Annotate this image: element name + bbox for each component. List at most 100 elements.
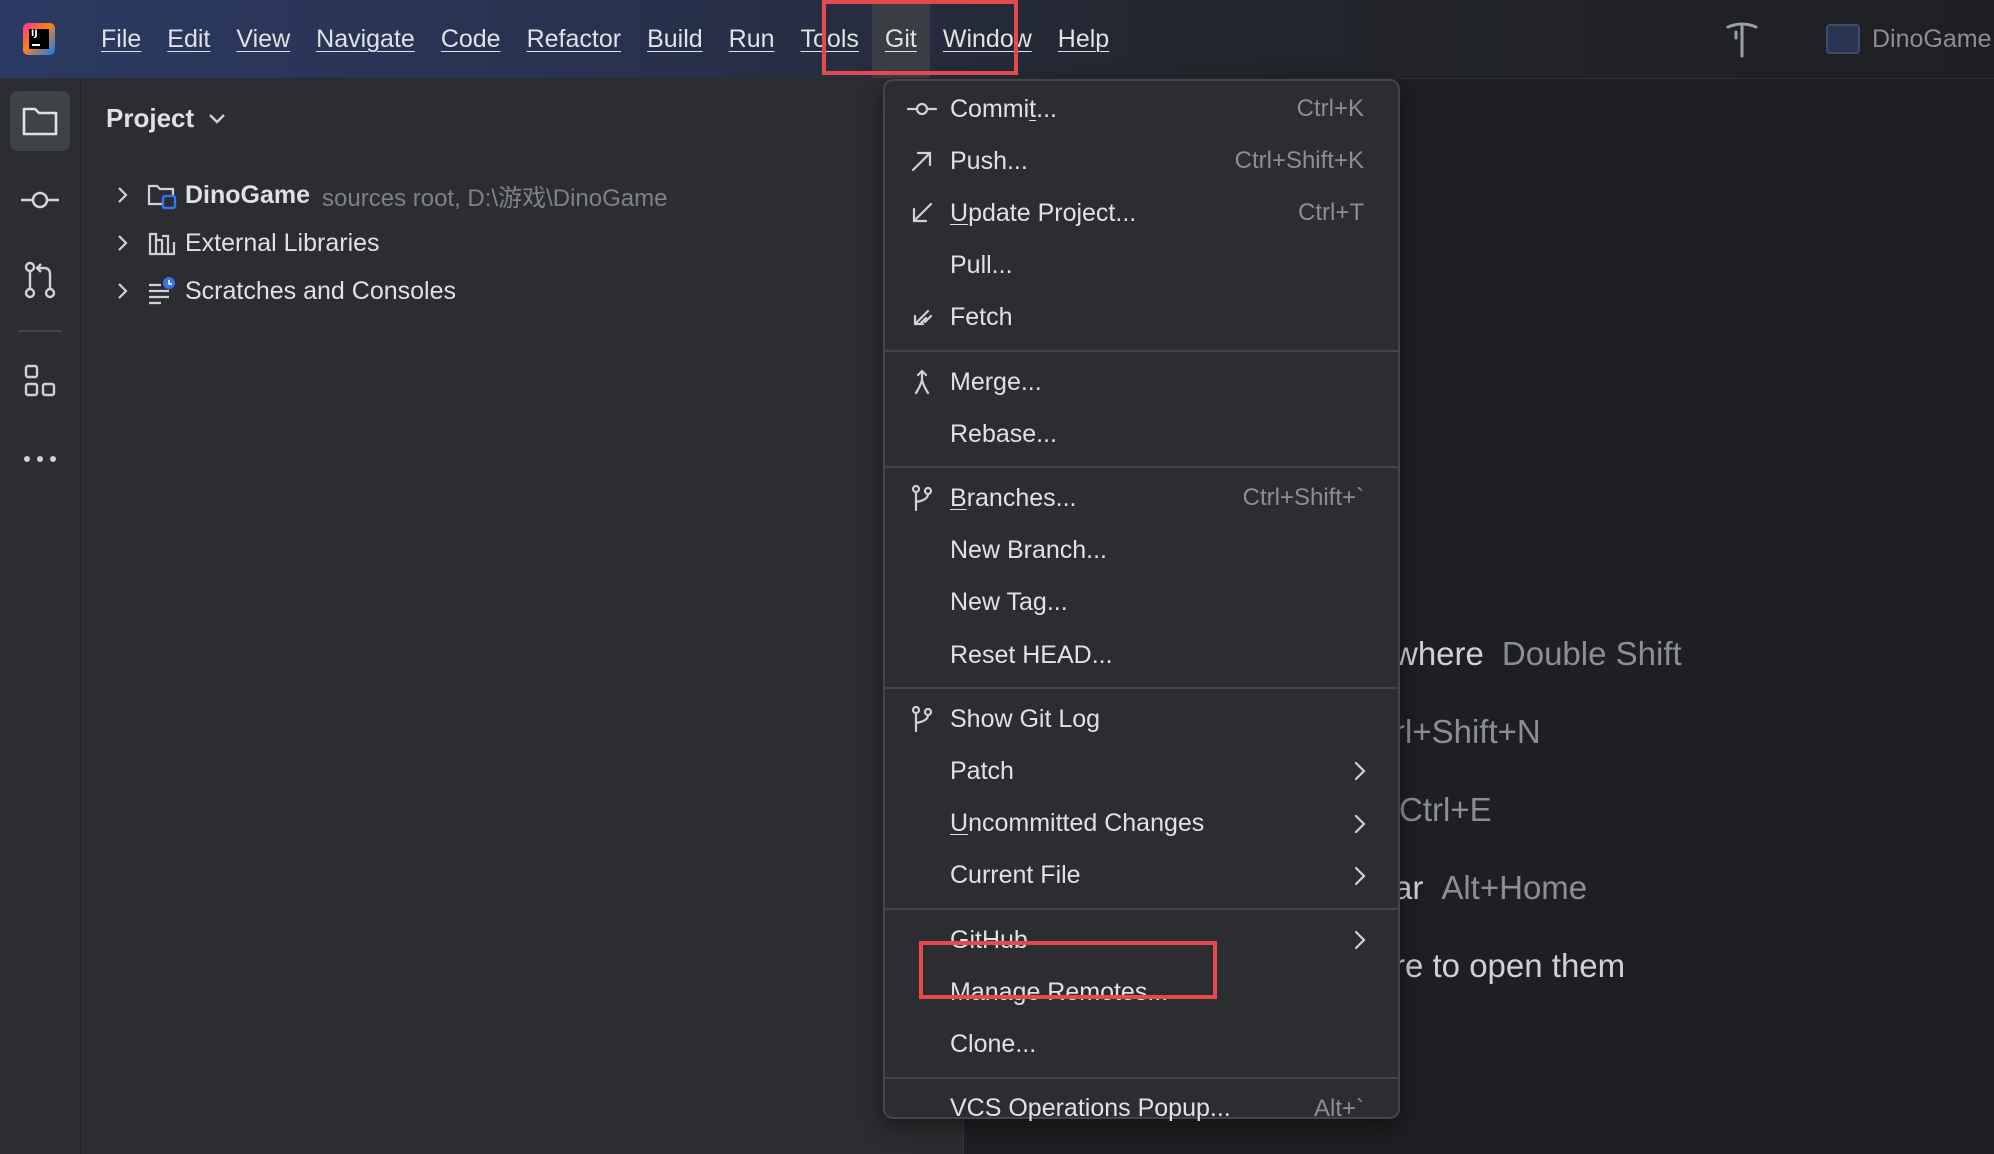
git-menu-item-branches[interactable]: Branches... Ctrl+Shift+` bbox=[885, 472, 1398, 524]
git-menu-item-label: Current File bbox=[950, 861, 1081, 890]
git-menu-item-push[interactable]: Push... Ctrl+Shift+K bbox=[885, 135, 1398, 187]
chevron-right-icon bbox=[1350, 928, 1370, 952]
push-icon bbox=[907, 146, 937, 176]
git-menu-item-clone[interactable]: Clone... bbox=[885, 1018, 1398, 1070]
structure-tool-icon[interactable] bbox=[10, 351, 70, 411]
more-tools-icon[interactable] bbox=[10, 429, 70, 489]
menu-refactor[interactable]: Refactor bbox=[514, 0, 634, 78]
git-menu-item-pull[interactable]: Pull... bbox=[885, 240, 1398, 292]
update-project-icon bbox=[907, 198, 937, 228]
git-log-icon bbox=[907, 704, 937, 734]
git-menu-item-current-file[interactable]: Current File bbox=[885, 850, 1398, 902]
menu-file[interactable]: File bbox=[88, 0, 154, 78]
menu-run[interactable]: Run bbox=[716, 0, 788, 78]
menu-separator bbox=[885, 1076, 1398, 1079]
git-menu-item-reset-head[interactable]: Reset HEAD... bbox=[885, 629, 1398, 681]
fetch-icon bbox=[907, 303, 937, 333]
menu-tools[interactable]: Tools bbox=[788, 0, 872, 78]
git-menu-item-merge[interactable]: Merge... bbox=[885, 356, 1398, 408]
title-bar: IJ File Edit View Navigate Code Refactor Build… bbox=[0, 0, 1994, 79]
hint-recent-files: Ctrl+E bbox=[1399, 791, 1492, 828]
git-menu-item-new-tag[interactable]: New Tag... bbox=[885, 577, 1398, 629]
project-tool-window: Project DinoGame sources root, D:\游戏\Din… bbox=[81, 79, 963, 1154]
library-icon bbox=[147, 228, 177, 258]
hint-search-everywhere: where Double Shift bbox=[1394, 635, 1682, 672]
menu-separator bbox=[885, 908, 1398, 910]
chevron-right-icon[interactable] bbox=[111, 280, 133, 302]
git-menu-item-commit[interactable]: Commit... Ctrl+K bbox=[885, 83, 1398, 135]
project-widget[interactable]: DinoGame bbox=[1826, 20, 1992, 58]
main-menu-bar: File Edit View Navigate Code Refactor Build Run… bbox=[88, 0, 1122, 78]
tree-item-external-libraries[interactable]: External Libraries bbox=[111, 223, 380, 263]
git-menu-item-label: GitHub bbox=[950, 925, 1028, 954]
intellij-logo-icon[interactable]: IJ bbox=[23, 23, 55, 55]
git-menu-item-vcs-operations-popup[interactable]: VCS Operations Popup... Alt+` bbox=[885, 1083, 1398, 1135]
tee-tool-icon[interactable] bbox=[1722, 18, 1762, 60]
menu-help[interactable]: Help bbox=[1045, 0, 1122, 78]
git-menu-item-update-project[interactable]: Update Project... Ctrl+T bbox=[885, 187, 1398, 239]
menu-view[interactable]: View bbox=[223, 0, 303, 78]
menu-separator bbox=[885, 466, 1398, 469]
merge-icon bbox=[907, 367, 937, 397]
commit-icon bbox=[907, 94, 937, 124]
git-menu-item-label: Rebase... bbox=[950, 419, 1058, 448]
git-menu-item-label: Show Git Log bbox=[950, 704, 1101, 733]
tree-item-dinogame[interactable]: DinoGame sources root, D:\游戏\DinoGame bbox=[111, 175, 667, 215]
scratches-icon bbox=[147, 276, 177, 306]
shortcut-hint: Ctrl+T bbox=[1298, 199, 1364, 227]
chevron-right-icon bbox=[1350, 759, 1370, 783]
git-menu-item-uncommitted-changes[interactable]: Uncommitted Changes bbox=[885, 798, 1398, 850]
shortcut-hint: Alt+` bbox=[1313, 1094, 1364, 1122]
menu-edit[interactable]: Edit bbox=[154, 0, 223, 78]
git-menu-item-label: Pull... bbox=[950, 251, 1013, 280]
menu-navigate[interactable]: Navigate bbox=[303, 0, 428, 78]
project-widget-icon bbox=[1826, 24, 1860, 54]
project-view-selector[interactable]: Project bbox=[106, 103, 226, 134]
git-menu-item-label: Push... bbox=[950, 146, 1028, 175]
git-menu-item-manage-remotes[interactable]: Manage Remotes... bbox=[885, 966, 1398, 1018]
git-menu-item-label: Fetch bbox=[950, 303, 1013, 332]
chevron-right-icon bbox=[1350, 864, 1370, 888]
menu-window[interactable]: Window bbox=[930, 0, 1045, 78]
tree-item-scratches[interactable]: Scratches and Consoles bbox=[111, 271, 456, 311]
git-menu-item-rebase[interactable]: Rebase... bbox=[885, 408, 1398, 460]
hint-navigation-bar: ar Alt+Home bbox=[1394, 869, 1588, 906]
commit-tool-icon[interactable] bbox=[10, 170, 70, 230]
menu-build[interactable]: Build bbox=[634, 0, 716, 78]
hint-drop-files: re to open them bbox=[1394, 947, 1626, 984]
shortcut-hint: Ctrl+Shift+` bbox=[1242, 484, 1364, 512]
branch-icon bbox=[907, 483, 937, 513]
git-menu-item-show-git-log[interactable]: Show Git Log bbox=[885, 693, 1398, 745]
shortcut-hint: Ctrl+Shift+K bbox=[1234, 147, 1364, 175]
git-menu-item-label: New Tag... bbox=[950, 588, 1068, 617]
chevron-right-icon bbox=[1350, 812, 1370, 836]
tree-item-label: DinoGame bbox=[185, 180, 311, 209]
git-menu-item-label: Manage Remotes... bbox=[950, 977, 1169, 1006]
git-menu-item-github[interactable]: GitHub bbox=[885, 914, 1398, 966]
git-menu-item-label: Uncommitted Changes bbox=[950, 809, 1205, 838]
git-menu-item-label: Commit... bbox=[950, 94, 1057, 123]
git-menu-item-patch[interactable]: Patch bbox=[885, 745, 1398, 797]
tree-item-label: External Libraries bbox=[185, 228, 380, 257]
tree-item-label: Scratches and Consoles bbox=[185, 276, 456, 305]
git-menu-item-new-branch[interactable]: New Branch... bbox=[885, 525, 1398, 577]
git-menu-item-label: Reset HEAD... bbox=[950, 640, 1113, 669]
git-menu-item-fetch[interactable]: Fetch bbox=[885, 292, 1398, 344]
git-menu-item-label: VCS Operations Popup... bbox=[950, 1094, 1231, 1123]
intellij-logo-text: IJ bbox=[29, 29, 49, 49]
git-menu-item-label: Patch bbox=[950, 756, 1014, 785]
project-tool-folder-icon[interactable] bbox=[10, 91, 70, 151]
module-folder-icon bbox=[147, 180, 177, 210]
menu-code[interactable]: Code bbox=[428, 0, 514, 78]
chevron-right-icon[interactable] bbox=[111, 184, 133, 206]
hint-go-to-file: rl+Shift+N bbox=[1394, 713, 1541, 750]
tree-item-hint: sources root, D:\游戏\DinoGame bbox=[322, 184, 668, 212]
menu-separator bbox=[885, 687, 1398, 690]
git-menu-item-label: Update Project... bbox=[950, 198, 1137, 227]
tool-window-strip bbox=[0, 79, 81, 1154]
chevron-right-icon[interactable] bbox=[111, 232, 133, 254]
menu-separator bbox=[885, 350, 1398, 352]
pull-requests-tool-icon[interactable] bbox=[10, 250, 70, 310]
git-menu-item-label: Clone... bbox=[950, 1029, 1037, 1058]
menu-git[interactable]: Git bbox=[871, 0, 930, 78]
